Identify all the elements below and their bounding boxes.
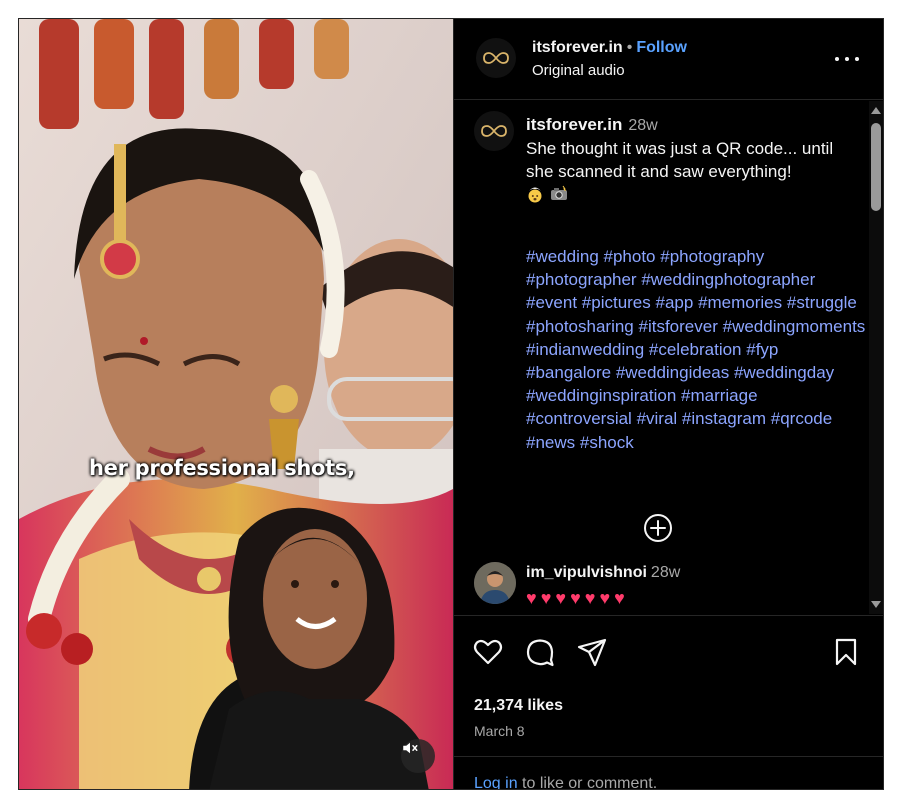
hashtag-link[interactable]: #photo bbox=[604, 247, 656, 266]
audio-link[interactable]: Original audio bbox=[532, 62, 625, 79]
comment-username-row: im_vipulvishnoi 28w bbox=[526, 564, 680, 582]
hashtag-link[interactable]: #pictures bbox=[582, 293, 651, 312]
caption-avatar[interactable] bbox=[474, 111, 514, 151]
more-options-button[interactable] bbox=[835, 49, 859, 69]
caption-text-block: itsforever.in 28w She thought it was just… bbox=[526, 113, 856, 206]
login-prompt-text: to like or comment. bbox=[517, 775, 658, 790]
caption-body: She thought it was just a QR code... unt… bbox=[526, 139, 834, 181]
hashtag-link[interactable]: #news bbox=[526, 433, 575, 452]
hashtag-link[interactable]: #qrcode bbox=[771, 409, 832, 428]
hashtag-link[interactable]: #celebration bbox=[649, 340, 742, 359]
hashtag-link[interactable]: #app bbox=[656, 293, 694, 312]
more-dot-icon bbox=[835, 57, 839, 61]
mute-button[interactable] bbox=[401, 739, 435, 773]
scroll-up-arrow-icon[interactable] bbox=[871, 107, 881, 114]
heart-icon bbox=[473, 639, 503, 665]
hashtag-link[interactable]: #struggle bbox=[787, 293, 857, 312]
hashtag-link[interactable]: #event bbox=[526, 293, 577, 312]
share-button[interactable] bbox=[576, 636, 608, 668]
hashtag-link[interactable]: #marriage bbox=[681, 386, 758, 405]
hashtag-link[interactable]: #photosharing bbox=[526, 317, 634, 336]
header-account-row: itsforever.in • Follow bbox=[532, 39, 687, 57]
save-button[interactable] bbox=[830, 636, 862, 668]
hashtag-link[interactable]: #bangalore bbox=[526, 363, 611, 382]
speaker-muted-icon bbox=[403, 742, 418, 754]
video-frame-illustration bbox=[19, 19, 453, 789]
infinity-logo-icon bbox=[481, 125, 507, 137]
hashtag-link[interactable]: #photographer bbox=[526, 270, 637, 289]
hashtag-link[interactable]: #weddinginspiration bbox=[526, 386, 676, 405]
hashtag-link[interactable]: #instagram bbox=[682, 409, 766, 428]
more-dot-icon bbox=[855, 57, 859, 61]
like-button[interactable] bbox=[472, 636, 504, 668]
account-avatar[interactable] bbox=[476, 38, 516, 78]
camera-with-flash-emoji-icon bbox=[551, 185, 567, 200]
share-icon bbox=[577, 638, 607, 667]
hashtag-link[interactable]: #controversial bbox=[526, 409, 632, 428]
post-actions: 21,374 likes March 8 Log in to like or c… bbox=[454, 615, 883, 790]
account-name-link[interactable]: itsforever.in bbox=[532, 39, 623, 56]
hashtag-link[interactable]: #weddingphotographer bbox=[641, 270, 815, 289]
post-date[interactable]: March 8 bbox=[474, 723, 525, 739]
follow-button[interactable]: Follow bbox=[636, 39, 687, 56]
login-prompt: Log in to like or comment. bbox=[454, 756, 883, 790]
hashtag-link[interactable]: #wedding bbox=[526, 247, 599, 266]
login-link[interactable]: Log in bbox=[474, 775, 518, 789]
hashtag-link[interactable]: #memories bbox=[698, 293, 782, 312]
post-header: itsforever.in • Follow Original audio bbox=[454, 19, 883, 100]
comment-text: ♥♥♥♥♥♥♥ bbox=[526, 588, 629, 608]
plus-circle-icon bbox=[644, 514, 672, 542]
post-side-panel: itsforever.in • Follow Original audio itsf… bbox=[453, 19, 883, 790]
comment-button[interactable] bbox=[524, 636, 556, 668]
comment-time[interactable]: 28w bbox=[651, 564, 680, 581]
commenter-avatar[interactable] bbox=[474, 562, 516, 604]
caption-username[interactable]: itsforever.in bbox=[526, 115, 622, 134]
hashtag-link[interactable]: #itsforever bbox=[639, 317, 718, 336]
hashtag-link[interactable]: #viral bbox=[637, 409, 678, 428]
reel-video[interactable]: her professional shots, bbox=[19, 19, 453, 789]
more-dot-icon bbox=[845, 57, 849, 61]
comments-scrollbar[interactable] bbox=[869, 101, 883, 614]
profile-photo-icon bbox=[474, 562, 516, 604]
separator-dot: • bbox=[626, 39, 633, 56]
post-dialog: her professional shots, itsforever.in • Fo… bbox=[18, 18, 884, 790]
hashtag-link[interactable]: #weddingmoments bbox=[723, 317, 866, 336]
hashtag-link[interactable]: #indianwedding bbox=[526, 340, 644, 359]
load-more-comments-button[interactable] bbox=[642, 512, 674, 544]
bookmark-icon bbox=[835, 638, 857, 666]
hashtag-link[interactable]: #weddingday bbox=[734, 363, 834, 382]
hashtag-link[interactable]: #photography bbox=[660, 247, 764, 266]
exploding-head-emoji-icon bbox=[528, 187, 542, 203]
likes-count[interactable]: 21,374 likes bbox=[474, 697, 563, 715]
hashtag-list: #wedding #photo #photography #photograph… bbox=[526, 245, 866, 454]
hashtag-link[interactable]: #shock bbox=[580, 433, 634, 452]
scroll-down-arrow-icon[interactable] bbox=[871, 601, 881, 608]
comment-icon bbox=[526, 639, 554, 667]
hashtag-link[interactable]: #weddingideas bbox=[616, 363, 729, 382]
caption-time[interactable]: 28w bbox=[628, 117, 657, 134]
infinity-logo-icon bbox=[483, 52, 509, 64]
hashtag-link[interactable]: #fyp bbox=[746, 340, 778, 359]
commenter-username[interactable]: im_vipulvishnoi bbox=[526, 564, 647, 581]
video-caption-text: her professional shots, bbox=[89, 456, 355, 480]
scrollbar-thumb[interactable] bbox=[871, 123, 881, 211]
comments-scroll-area[interactable]: itsforever.in 28w She thought it was just… bbox=[454, 101, 883, 614]
